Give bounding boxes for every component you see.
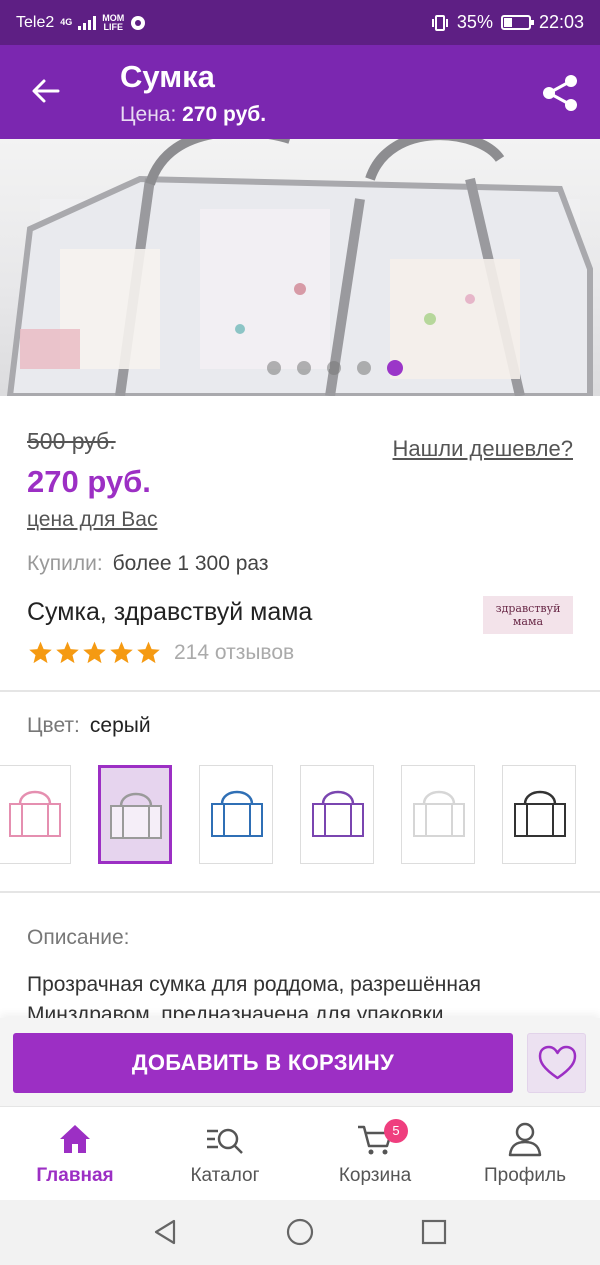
rating-stars: [28, 640, 161, 665]
system-back-icon[interactable]: [152, 1218, 180, 1246]
bag-thumbnail-icon: [211, 790, 263, 837]
bag-thumbnail-icon: [110, 792, 162, 839]
bought-count: Купили: более 1 300 раз: [27, 552, 269, 575]
star-icon: [83, 641, 106, 664]
catalog-search-icon: [207, 1128, 243, 1154]
vibrate-icon: [431, 14, 448, 31]
description-label: Описание:: [27, 926, 130, 949]
nav-cart[interactable]: 5 Корзина: [300, 1107, 450, 1201]
nav-catalog[interactable]: Каталог: [150, 1107, 300, 1201]
nav-profile-label: Профиль: [483, 1165, 567, 1186]
bag-thumbnail-icon: [9, 790, 61, 837]
reviews-link[interactable]: 214 отзывов: [174, 641, 294, 665]
star-icon: [29, 641, 52, 664]
battery-icon: [500, 15, 534, 30]
color-label: Цвет: серый: [27, 714, 151, 737]
bottom-nav: Главная Каталог 5 Корзина Профиль: [0, 1106, 600, 1200]
nav-home-label: Главная: [36, 1165, 114, 1186]
color-swatch-blue[interactable]: [199, 765, 273, 864]
found-cheaper-link[interactable]: Нашли дешевле?: [393, 436, 573, 462]
gallery-dots: [0, 360, 600, 376]
bag-thumbnail-icon: [514, 790, 566, 837]
gallery-dot[interactable]: [297, 361, 311, 375]
nav-catalog-label: Каталог: [190, 1165, 260, 1186]
product-photo-gallery[interactable]: [0, 139, 600, 396]
battery-percent: 35%: [456, 12, 493, 32]
status-bar: Tele2 4G MOM LIFE 35% 22:03: [0, 0, 600, 45]
favorite-button[interactable]: [527, 1033, 586, 1093]
clock: 22:03: [538, 12, 584, 32]
system-home-icon[interactable]: [285, 1217, 315, 1247]
system-recents-icon[interactable]: [420, 1218, 448, 1246]
star-icon: [110, 641, 133, 664]
nav-profile[interactable]: Профиль: [450, 1107, 600, 1201]
old-price: 500 руб.: [27, 428, 116, 454]
color-swatch-grey[interactable]: [98, 765, 172, 864]
color-swatch-pink[interactable]: [0, 765, 71, 864]
nav-cart-label: Корзина: [338, 1165, 412, 1186]
gallery-dot[interactable]: [327, 361, 341, 375]
divider: [0, 891, 600, 893]
back-arrow-icon[interactable]: [28, 73, 64, 109]
divider: [0, 690, 600, 692]
system-nav-bar: [0, 1200, 600, 1265]
signal-icon: [78, 15, 97, 30]
current-price: 270 руб.: [27, 464, 151, 499]
browser-icon: [131, 15, 146, 30]
color-swatch-purple[interactable]: [300, 765, 374, 864]
gallery-dot[interactable]: [357, 361, 371, 375]
heart-icon: [538, 1045, 577, 1080]
bag-thumbnail-icon: [312, 790, 364, 837]
profile-icon: [508, 1122, 542, 1157]
cart-badge: 5: [384, 1119, 408, 1143]
description-text: Прозрачная сумка для роддома, разрешённа…: [27, 973, 481, 1024]
color-swatch-white[interactable]: [401, 765, 475, 864]
network-type: 4G: [60, 17, 73, 27]
momlife-icon: MOM LIFE: [102, 12, 125, 32]
star-icon: [56, 641, 79, 664]
product-name: Сумка, здравствуй мама: [27, 598, 313, 626]
home-icon: [60, 1125, 90, 1153]
header-price: Цена: 270 руб.: [120, 103, 267, 126]
color-swatch-black[interactable]: [502, 765, 576, 864]
gallery-dot[interactable]: [387, 360, 403, 376]
bag-thumbnail-icon: [413, 790, 465, 837]
action-bar: ДОБАВИТЬ В КОРЗИНУ: [0, 1018, 600, 1106]
page-title: Сумка: [120, 59, 215, 94]
star-icon: [137, 641, 160, 664]
app-bar: Сумка Цена: 270 руб.: [0, 45, 600, 139]
carrier-label: Tele2: [16, 13, 55, 31]
gallery-dot[interactable]: [267, 361, 281, 375]
brand-logo[interactable]: здравствуй мама: [483, 596, 573, 634]
nav-home[interactable]: Главная: [0, 1107, 150, 1201]
product-photo: [6, 139, 593, 396]
share-icon[interactable]: [540, 73, 580, 113]
price-for-you-link[interactable]: цена для Вас: [27, 508, 157, 532]
add-to-cart-button[interactable]: ДОБАВИТЬ В КОРЗИНУ: [13, 1033, 513, 1093]
